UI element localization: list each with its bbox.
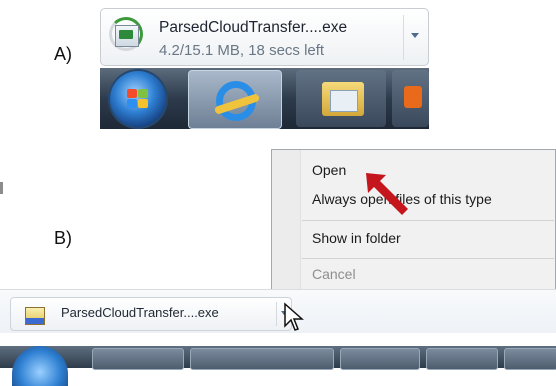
windows-flag-icon (127, 89, 149, 109)
mouse-pointer-icon (284, 302, 304, 331)
download-card[interactable]: ParsedCloudTransfer....exe 4.2/15.1 MB, … (100, 8, 429, 66)
shelf-divider (276, 302, 277, 326)
taskbar-folder[interactable] (296, 70, 386, 127)
internet-explorer-icon (216, 81, 256, 121)
download-status: 4.2/15.1 MB, 18 secs left (159, 42, 325, 59)
exe-file-icon (115, 25, 139, 47)
chevron-down-icon[interactable] (411, 33, 419, 38)
red-arrow-icon (366, 173, 408, 215)
taskbar-office-app[interactable] (392, 70, 429, 127)
download-divider (403, 15, 404, 60)
installer-icon (25, 307, 45, 325)
shelf-filename: ParsedCloudTransfer....exe (61, 305, 219, 320)
edge-mark (0, 182, 3, 194)
menu-item-show-in-folder[interactable]: Show in folder (312, 230, 401, 246)
menu-item-cancel: Cancel (312, 266, 356, 282)
taskbar-folder[interactable] (190, 348, 334, 370)
menu-item-open[interactable]: Open (312, 162, 346, 178)
label-b: B) (54, 228, 72, 248)
menu-separator (302, 258, 554, 259)
menu-separator (302, 220, 554, 221)
taskbar-internet-explorer[interactable] (92, 348, 184, 370)
download-shelf-item[interactable]: ParsedCloudTransfer....exe (10, 297, 292, 331)
menu-gutter (272, 150, 301, 294)
download-filename: ParsedCloudTransfer....exe (159, 19, 348, 36)
windows-start-orb[interactable] (108, 69, 168, 129)
taskbar-a (100, 68, 429, 129)
taskbar-internet-explorer[interactable] (188, 70, 282, 129)
folder-icon (322, 82, 364, 116)
taskbar-app[interactable] (504, 348, 556, 370)
taskbar-office-app[interactable] (340, 348, 420, 370)
taskbar-b (0, 346, 556, 386)
taskbar-powerpoint[interactable] (426, 348, 498, 370)
label-a: A) (54, 44, 72, 64)
office-app-icon (404, 86, 422, 108)
windows-start-orb[interactable] (12, 346, 68, 386)
